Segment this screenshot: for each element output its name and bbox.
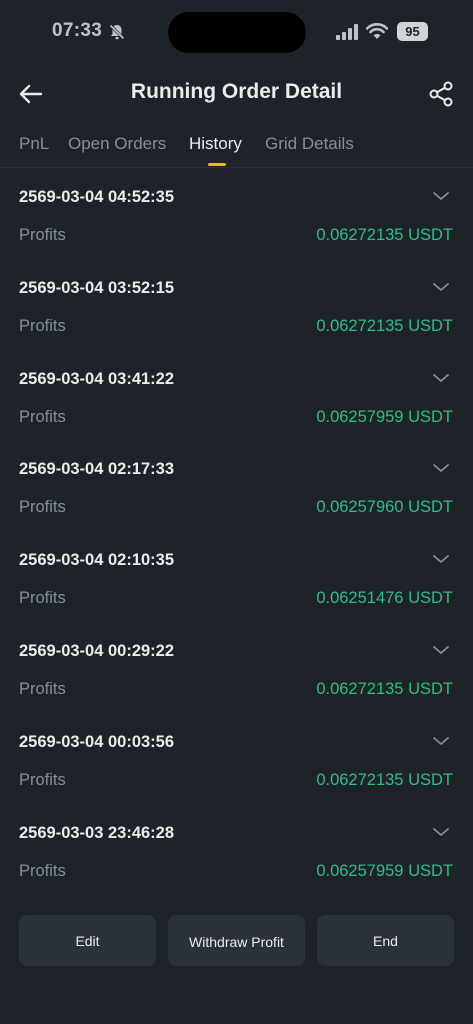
record-label: Profits (19, 861, 66, 880)
record-profit-value: 0.06257959 USDT (316, 407, 453, 426)
record-profit-value: 0.06272135 USDT (316, 679, 453, 698)
wifi-icon (366, 23, 388, 39)
record-profit-value: 0.06272135 USDT (316, 770, 453, 789)
end-button[interactable]: End (317, 915, 454, 966)
chevron-down-icon[interactable] (432, 372, 450, 384)
edit-button[interactable]: Edit (19, 915, 156, 966)
record-label: Profits (19, 679, 66, 698)
record-timestamp: 2569-03-04 03:41:22 (19, 369, 175, 388)
header: Running Order Detail (0, 66, 473, 122)
history-record[interactable]: 2569-03-03 23:46:28 Profits 0.06257959 U… (0, 804, 473, 895)
action-bar: Edit Withdraw Profit End (19, 915, 454, 966)
tab-grid-details[interactable]: Grid Details (265, 134, 354, 154)
history-record[interactable]: 2569-03-04 02:10:35 Profits 0.06251476 U… (0, 531, 473, 622)
history-record[interactable]: 2569-03-04 03:52:15 Profits 0.06272135 U… (0, 259, 473, 350)
active-tab-indicator (208, 163, 226, 166)
tab-bar: PnL Open Orders History Grid Details (0, 130, 473, 168)
record-label: Profits (19, 498, 66, 517)
record-timestamp: 2569-03-04 02:17:33 (19, 460, 175, 479)
history-record[interactable]: 2569-03-04 00:29:22 Profits 0.06272135 U… (0, 622, 473, 713)
record-timestamp: 2569-03-04 00:03:56 (19, 732, 175, 751)
withdraw-profit-button[interactable]: Withdraw Profit (168, 915, 305, 966)
record-profit-value: 0.06272135 USDT (316, 226, 453, 244)
history-record[interactable]: 2569-03-04 04:52:35 Profits 0.06272135 U… (0, 168, 473, 259)
bell-slash-icon (109, 24, 125, 40)
tab-pnl[interactable]: PnL (19, 134, 49, 154)
record-label: Profits (19, 226, 66, 244)
chevron-down-icon[interactable] (432, 826, 450, 838)
tab-history[interactable]: History (189, 134, 242, 154)
record-timestamp: 2569-03-04 03:52:15 (19, 278, 175, 297)
dynamic-island (168, 12, 306, 53)
history-list: 2569-03-04 04:52:35 Profits 0.06272135 U… (0, 168, 473, 894)
record-profit-value: 0.06251476 USDT (316, 589, 453, 608)
record-timestamp: 2569-03-04 04:52:35 (19, 188, 175, 206)
page-title: Running Order Detail (130, 80, 343, 103)
chevron-down-icon[interactable] (432, 644, 450, 656)
chevron-down-icon[interactable] (432, 190, 450, 202)
record-profit-value: 0.06257959 USDT (316, 861, 453, 880)
chevron-down-icon[interactable] (432, 735, 450, 747)
screen: 07:33 95 Running Order Detail PnL Open O… (0, 0, 473, 1024)
share-icon[interactable] (428, 81, 454, 107)
chevron-down-icon[interactable] (432, 281, 450, 293)
record-label: Profits (19, 589, 66, 608)
tab-open-orders[interactable]: Open Orders (68, 134, 166, 154)
cellular-signal-icon (336, 24, 358, 40)
history-record[interactable]: 2569-03-04 02:17:33 Profits 0.06257960 U… (0, 440, 473, 531)
record-timestamp: 2569-03-04 02:10:35 (19, 551, 175, 570)
history-record[interactable]: 2569-03-04 03:41:22 Profits 0.06257959 U… (0, 350, 473, 441)
record-label: Profits (19, 407, 66, 426)
status-bar: 07:33 95 (0, 0, 473, 64)
chevron-down-icon[interactable] (432, 553, 450, 565)
battery-indicator: 95 (397, 22, 428, 41)
record-label: Profits (19, 770, 66, 789)
history-record[interactable]: 2569-03-04 00:03:56 Profits 0.06272135 U… (0, 713, 473, 804)
chevron-down-icon[interactable] (432, 462, 450, 474)
record-timestamp: 2569-03-03 23:46:28 (19, 823, 175, 842)
record-profit-value: 0.06257960 USDT (316, 498, 453, 517)
record-label: Profits (19, 316, 66, 335)
record-profit-value: 0.06272135 USDT (316, 316, 453, 335)
record-timestamp: 2569-03-04 00:29:22 (19, 641, 175, 660)
status-time: 07:33 (52, 20, 103, 41)
